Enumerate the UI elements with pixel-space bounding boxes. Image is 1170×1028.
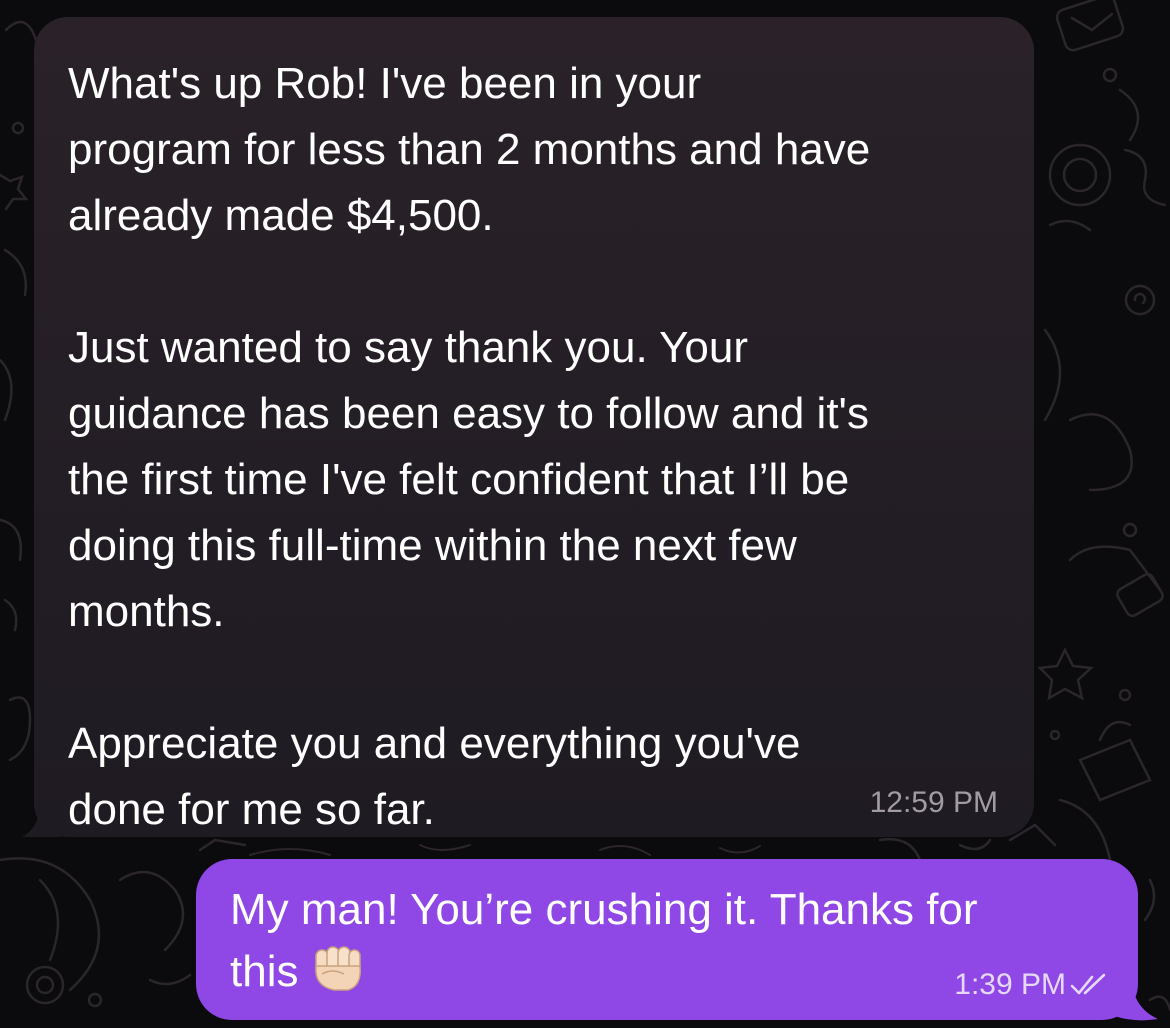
message-paragraph: What's up Rob! I've been in your program… bbox=[68, 59, 871, 240]
message-paragraph: Appreciate you and everything you've don… bbox=[68, 719, 801, 834]
message-timestamp: 1:39 PM bbox=[954, 968, 1066, 1001]
double-check-icon bbox=[1070, 973, 1106, 995]
oncoming-fist-icon bbox=[315, 946, 362, 991]
message-timestamp-group: 1:39 PM bbox=[954, 968, 1108, 1002]
message-paragraph: Just wanted to say thank you. Your guida… bbox=[68, 323, 869, 636]
message-timestamp: 12:59 PM bbox=[869, 786, 998, 819]
outgoing-message-bubble[interactable]: My man! You’re crushing it. Thanks for t… bbox=[196, 859, 1138, 1020]
incoming-message-bubble[interactable]: What's up Rob! I've been in your program… bbox=[34, 17, 1034, 837]
